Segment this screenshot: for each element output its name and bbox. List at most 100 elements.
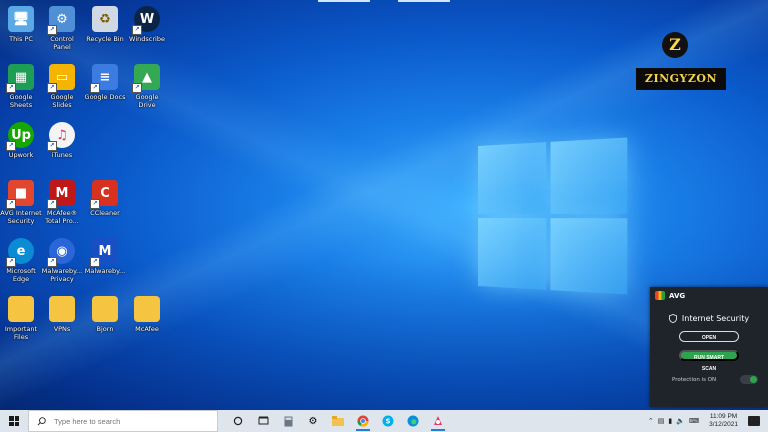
calculator-icon[interactable] [278,411,298,431]
folder-icon [8,296,34,322]
windscribe-icon: W ↗ [134,6,160,32]
chevron-up-icon[interactable]: ⌃ [648,417,654,425]
avg-logo-icon [655,291,665,300]
protection-status: Protection is ON [672,377,716,383]
shortcut-arrow-icon: ↗ [6,141,16,151]
desktop-icon[interactable]: 🖥 This PC [0,6,42,43]
taskbar-search-box[interactable] [28,410,218,432]
desktop-icon-label: Recycle Bin [84,35,126,43]
settings-gear-icon[interactable]: ⚙ [303,411,323,431]
keyboard-icon[interactable]: ⌨ [689,417,699,425]
desktop-icon-label: Important Files [0,325,42,341]
search-input[interactable] [52,416,206,427]
desktop-icon[interactable]: M ↗ McAfee® Total Pro... [41,180,83,225]
network-icon[interactable]: ▤ [658,417,665,425]
desktop-icon-label: iTunes [41,151,83,159]
desktop-icon-label: CCleaner [84,209,126,217]
skype-icon[interactable]: S [378,411,398,431]
check-icon [750,376,757,383]
desktop-icon-label: McAfee [126,325,168,333]
desktop-icon-label: Google Slides [41,93,83,109]
watermark-letter: Z [662,32,688,58]
protection-toggle[interactable] [740,375,758,384]
desktop-icon[interactable]: VPNs [41,296,83,333]
shortcut-arrow-icon: ↗ [90,83,100,93]
desktop-icon[interactable]: C ↗ CCleaner [84,180,126,217]
taskbar: ⚙ S ⌃ ▤ ▮ 🔈 ⌨ 11:09 PM 3/12/2021 [0,410,768,432]
desktop-icon[interactable]: Bjorn [84,296,126,333]
desktop-icon[interactable]: ■ ↗ AVG Internet Security [0,180,42,225]
shortcut-arrow-icon: ↗ [90,199,100,209]
clock-date: 3/12/2021 [709,421,738,429]
avg-smart-scan-button[interactable]: RUN SMART SCAN [679,350,739,361]
edge-icon[interactable] [403,411,423,431]
desktop-icon[interactable]: W ↗ Windscribe [126,6,168,43]
volume-icon[interactable]: 🔈 [676,417,685,425]
avg-open-button[interactable]: OPEN [679,331,739,342]
desktop-icon[interactable]: ♫ ↗ iTunes [41,122,83,159]
windows-logo-wallpaper [478,138,627,295]
shortcut-arrow-icon: ↗ [47,141,57,151]
folder-icon [49,296,75,322]
desktop-icon[interactable]: ◉ ↗ Malwareby... Privacy [41,238,83,283]
shortcut-arrow-icon: ↗ [6,83,16,93]
desktop-icon[interactable]: ≡ ↗ Google Docs [84,64,126,101]
task-view-icon[interactable] [253,411,273,431]
notification-center-icon[interactable] [748,416,760,426]
google-docs-icon: ≡ ↗ [92,64,118,90]
malwarebytes-privacy-icon: ◉ ↗ [49,238,75,264]
start-button[interactable] [0,410,28,432]
desktop-icon-label: Google Drive [126,93,168,109]
desktop-icon[interactable]: M ↗ Malwareby... [84,238,126,275]
folder-icon [134,296,160,322]
recycle-bin-icon: ♻ [92,6,118,32]
paint-icon[interactable] [428,411,448,431]
zingyzon-watermark: Z ZINGYZON [626,32,724,104]
chrome-icon[interactable] [353,411,373,431]
avg-icon: ■ ↗ [8,180,34,206]
file-explorer-icon[interactable] [328,411,348,431]
top-window-strip [398,0,450,2]
watermark-word: ZINGYZON [636,68,726,90]
desktop-icon-label: Malwareby... [84,267,126,275]
desktop-icon-label: Google Sheets [0,93,42,109]
clock-time: 11:09 PM [709,413,738,421]
shortcut-arrow-icon: ↗ [132,83,142,93]
taskbar-clock[interactable]: 11:09 PM 3/12/2021 [709,413,738,429]
google-drive-icon: ▲ ↗ [134,64,160,90]
top-window-strip [318,0,370,2]
ccleaner-icon: C ↗ [92,180,118,206]
shortcut-arrow-icon: ↗ [47,83,57,93]
control-panel-icon: ⚙ ↗ [49,6,75,32]
mcafee-icon: M ↗ [49,180,75,206]
desktop-icon[interactable]: ⚙ ↗ Control Panel [41,6,83,51]
search-icon [37,417,46,426]
desktop-icon[interactable]: Up ↗ Upwork [0,122,42,159]
desktop-icon-label: AVG Internet Security [0,209,42,225]
taskbar-apps: ⚙ S [228,411,448,431]
desktop-icon[interactable]: ▦ ↗ Google Sheets [0,64,42,109]
google-sheets-icon: ▦ ↗ [8,64,34,90]
desktop-icon[interactable]: ♻ Recycle Bin [84,6,126,43]
this-pc-icon: 🖥 [8,6,34,32]
shortcut-arrow-icon: ↗ [6,199,16,209]
shield-icon [669,314,677,323]
shortcut-arrow-icon: ↗ [47,199,57,209]
avg-brand: AVG [669,292,685,300]
desktop-icon[interactable]: e ↗ Microsoft Edge [0,238,42,283]
desktop-icon-label: Microsoft Edge [0,267,42,283]
desktop-icon-label: This PC [0,35,42,43]
svg-text:S: S [385,418,390,426]
desktop-icon-label: Bjorn [84,325,126,333]
battery-icon[interactable]: ▮ [668,417,672,425]
desktop-icon-label: Malwareby... Privacy [41,267,83,283]
desktop-icon-label: Windscribe [126,35,168,43]
avg-popup: AVG Internet Security OPEN RUN SMART SCA… [650,287,768,407]
upwork-icon: Up ↗ [8,122,34,148]
desktop-icon[interactable]: Important Files [0,296,42,341]
desktop-icon[interactable]: McAfee [126,296,168,333]
shortcut-arrow-icon: ↗ [47,25,57,35]
desktop-icon[interactable]: ▲ ↗ Google Drive [126,64,168,109]
cortana-icon[interactable] [228,411,248,431]
desktop-icon[interactable]: ▭ ↗ Google Slides [41,64,83,109]
